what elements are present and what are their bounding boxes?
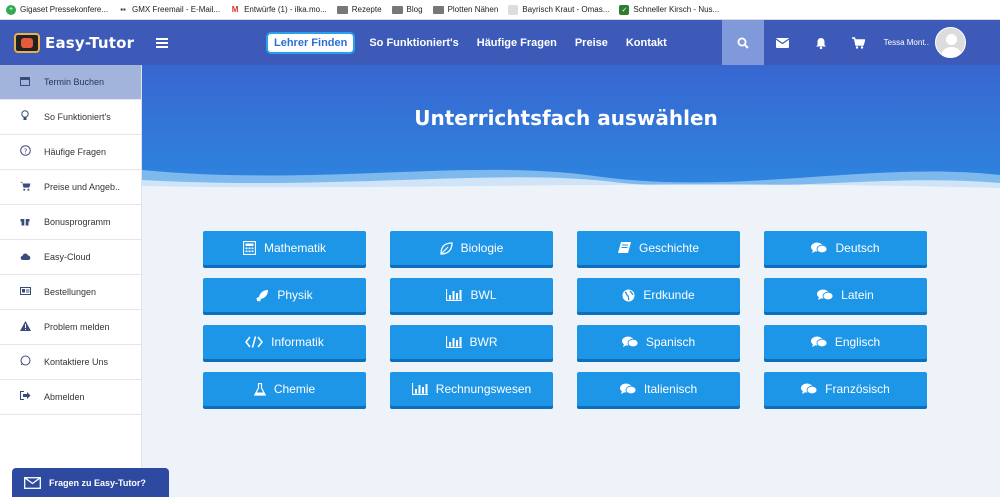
sidebar-item-so-funktionierts[interactable]: So Funktioniert's [0, 100, 141, 135]
subject-button-bwl[interactable]: BWL [390, 278, 553, 312]
bar-chart-icon [446, 289, 463, 301]
top-header: Easy-Tutor Lehrer Finden So Funktioniert… [0, 20, 1000, 65]
subject-button-informatik[interactable]: Informatik [203, 325, 366, 359]
subject-button-physik[interactable]: Physik [203, 278, 366, 312]
gmail-icon: M [231, 5, 239, 14]
subject-button-spanisch[interactable]: Spanisch [577, 325, 740, 359]
calculator-icon [242, 241, 256, 255]
flask-icon [253, 382, 266, 396]
book-icon [617, 242, 631, 254]
subject-button-englisch[interactable]: Englisch [764, 325, 927, 359]
bookmark-gmail[interactable]: M Entwürfe (1) - ilka.mo... [230, 5, 327, 15]
bar-chart-icon [411, 383, 428, 395]
gigaset-icon: + [6, 4, 16, 15]
main-content: Unterrichtsfach auswählen Mathematik Bio… [142, 65, 1000, 497]
subject-button-bwr[interactable]: BWR [390, 325, 553, 359]
bookmarks-bar: + Gigaset Pressekonfere... ▪▪ GMX Freemail… [0, 0, 1000, 20]
bookmark-plotten[interactable]: Plotten Nähen [432, 5, 498, 14]
search-icon[interactable] [721, 20, 764, 65]
logo-mark-icon [14, 32, 40, 53]
gmx-icon: ▪▪ [120, 5, 126, 14]
folder-icon [432, 5, 444, 14]
subject-button-chemie[interactable]: Chemie [203, 372, 366, 406]
calendar-icon [18, 76, 32, 89]
bookmark-blog[interactable]: Blog [391, 5, 423, 14]
id-card-icon [18, 286, 32, 298]
mail-icon [24, 476, 41, 489]
avatar[interactable] [935, 27, 966, 58]
hamburger-menu-icon[interactable] [156, 35, 176, 51]
chat-icon [817, 289, 834, 301]
logo[interactable]: Easy-Tutor [0, 20, 142, 65]
bell-icon[interactable] [802, 20, 840, 65]
gift-icon [18, 216, 32, 229]
logo-text: Easy-Tutor [45, 33, 135, 52]
bookmark-kirsch[interactable]: ✓ Schneller Kirsch - Nus... [619, 4, 719, 15]
page-icon: ✓ [619, 4, 630, 15]
sidebar-item-bonusprogramm[interactable]: Bonusprogramm [0, 205, 141, 240]
subject-button-mathematik[interactable]: Mathematik [203, 231, 366, 265]
nav-preise[interactable]: Preise [571, 33, 612, 53]
chat-icon [801, 383, 818, 395]
nav-lehrer-finden[interactable]: Lehrer Finden [266, 31, 356, 54]
cloud-icon [18, 252, 32, 263]
user-name[interactable]: Tessa Mont.. [884, 38, 929, 47]
page-title: Unterrichtsfach auswählen [414, 106, 718, 130]
sidebar-item-easy-cloud[interactable]: Easy-Cloud [0, 240, 141, 275]
rocket-icon [256, 289, 269, 302]
subject-button-rechnungswesen[interactable]: Rechnungswesen [390, 372, 553, 406]
cart-icon [18, 181, 32, 194]
page-icon [508, 4, 519, 15]
sidebar: Termin Buchen So Funktioniert's ? Häufig… [0, 65, 142, 497]
subject-button-biologie[interactable]: Biologie [390, 231, 553, 265]
lightbulb-icon [18, 110, 32, 124]
leaf-icon [439, 241, 453, 255]
folder-icon [391, 5, 403, 14]
sidebar-item-kontaktiere-uns[interactable]: Kontaktiere Uns [0, 345, 141, 380]
chat-icon [619, 383, 636, 395]
bookmark-rezepte[interactable]: Rezepte [336, 5, 382, 14]
subject-button-geschichte[interactable]: Geschichte [577, 231, 740, 265]
help-chat-button[interactable]: Fragen zu Easy-Tutor? [12, 468, 169, 497]
code-icon [245, 336, 264, 348]
bar-chart-icon [445, 336, 462, 348]
subject-button-latein[interactable]: Latein [764, 278, 927, 312]
bookmark-gigaset[interactable]: + Gigaset Pressekonfere... [6, 4, 108, 15]
subject-button-italienisch[interactable]: Italienisch [577, 372, 740, 406]
sidebar-item-bestellungen[interactable]: Bestellungen [0, 275, 141, 310]
chat-icon [811, 242, 828, 254]
logout-icon [18, 391, 32, 403]
folder-icon [336, 5, 348, 14]
cart-icon[interactable] [840, 20, 878, 65]
subject-button-deutsch[interactable]: Deutsch [764, 231, 927, 265]
subject-button-franzoesisch[interactable]: Französisch [764, 372, 927, 406]
subject-grid: Mathematik Biologie Geschichte Deutsch P… [203, 231, 927, 406]
svg-text:?: ? [23, 147, 27, 155]
globe-icon [622, 289, 635, 302]
sidebar-item-abmelden[interactable]: Abmelden [0, 380, 141, 415]
chat-icon [621, 336, 638, 348]
sidebar-item-haeufige-fragen[interactable]: ? Häufige Fragen [0, 135, 141, 170]
chat-icon [810, 336, 827, 348]
main-nav: Lehrer Finden So Funktioniert's Häufige … [266, 31, 671, 54]
bookmark-kraut[interactable]: Bayrisch Kraut - Omas... [508, 4, 609, 15]
sidebar-item-problem-melden[interactable]: Problem melden [0, 310, 141, 345]
nav-haeufige-fragen[interactable]: Häufige Fragen [473, 33, 561, 53]
nav-kontakt[interactable]: Kontakt [622, 33, 671, 53]
sidebar-item-termin-buchen[interactable]: Termin Buchen [0, 65, 141, 100]
sidebar-item-preise[interactable]: Preise und Angeb.. [0, 170, 141, 205]
bookmark-gmx[interactable]: ▪▪ GMX Freemail - E-Mail... [118, 5, 220, 15]
mail-icon[interactable] [764, 20, 802, 65]
header-actions: Tessa Mont.. [721, 20, 1000, 65]
question-icon: ? [18, 145, 32, 159]
whatsapp-icon [18, 355, 32, 369]
subject-button-erdkunde[interactable]: Erdkunde [577, 278, 740, 312]
nav-so-funktionierts[interactable]: So Funktioniert's [365, 33, 462, 53]
warning-icon [18, 320, 32, 334]
